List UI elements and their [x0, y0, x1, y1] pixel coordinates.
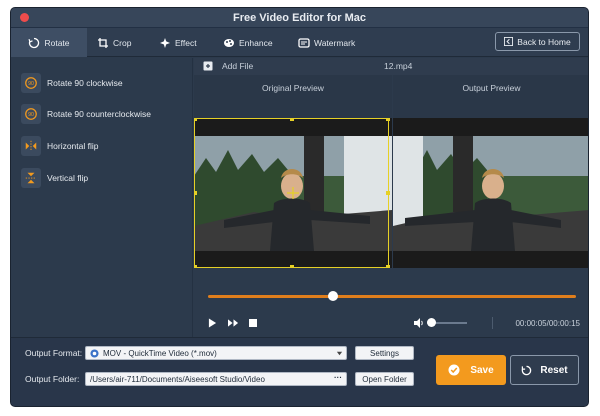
vertical-flip-button[interactable]: Vertical flip: [21, 167, 88, 189]
tab-enhance[interactable]: Enhance: [223, 28, 273, 57]
reset-button[interactable]: Reset: [510, 355, 579, 385]
play-icon[interactable]: [208, 318, 217, 328]
output-preview-label: Output Preview: [462, 83, 521, 93]
sidebar-item-label: Rotate 90 counterclockwise: [47, 109, 151, 119]
crop-handle[interactable]: [194, 118, 197, 121]
player-controls: 00:00:05/00:00:15: [194, 268, 588, 337]
crop-handle[interactable]: [290, 118, 294, 121]
rotate-cw-icon: 90: [21, 73, 41, 93]
original-preview-header: Original Preview: [194, 75, 392, 118]
tab-label: Crop: [113, 37, 132, 48]
tab-crop[interactable]: Crop: [97, 28, 131, 57]
app-window: Free Video Editor for Mac Rotate Crop Ef…: [10, 7, 589, 407]
svg-text:90: 90: [28, 81, 34, 87]
quicktime-icon: [90, 348, 99, 358]
back-arrow-icon: [504, 37, 514, 46]
tab-effect[interactable]: Effect: [159, 28, 197, 57]
open-folder-button[interactable]: Open Folder: [355, 372, 414, 386]
settings-button[interactable]: Settings: [355, 346, 414, 360]
output-video-frame: [393, 118, 588, 268]
sidebar-item-label: Vertical flip: [47, 173, 89, 183]
reset-icon: [522, 365, 532, 375]
enhance-icon: [224, 38, 234, 47]
crop-handle[interactable]: [386, 118, 390, 121]
reset-label: Reset: [540, 364, 568, 376]
toolbar: Rotate Crop Effect Enhance Watermark Bac…: [11, 28, 588, 57]
divider: [492, 317, 493, 329]
volume-icon[interactable]: [414, 318, 424, 328]
fast-forward-icon[interactable]: [228, 318, 239, 328]
original-preview-label: Original Preview: [262, 83, 324, 93]
browse-folder-icon[interactable]: ···: [334, 373, 342, 382]
title-bar: Free Video Editor for Mac: [11, 8, 588, 28]
file-bar: Add File 12.mp4: [194, 58, 588, 75]
tab-label: Effect: [175, 37, 197, 48]
chevron-down-icon: [336, 351, 343, 356]
tab-label: Watermark: [314, 37, 356, 48]
sidebar-item-label: Rotate 90 clockwise: [47, 78, 123, 88]
crop-selection[interactable]: [194, 118, 390, 268]
rotate-icon: [28, 37, 40, 48]
crop-icon: [98, 37, 108, 48]
horizontal-flip-icon: [21, 136, 41, 156]
output-format-select[interactable]: MOV - QuickTime Video (*.mov): [85, 346, 347, 360]
open-folder-label: Open Folder: [362, 374, 407, 384]
time-readout: 00:00:05/00:00:15: [515, 319, 580, 328]
rotate-90-clockwise-button[interactable]: 90 Rotate 90 clockwise: [21, 72, 123, 94]
output-video-image: [393, 118, 588, 268]
output-preview-header: Output Preview: [393, 75, 588, 118]
volume-knob[interactable]: [427, 318, 436, 327]
add-file-label: Add File: [222, 61, 254, 71]
tab-label: Rotate: [44, 37, 70, 48]
crop-handle[interactable]: [386, 191, 390, 195]
output-format-label: Output Format:: [25, 348, 83, 358]
vertical-flip-icon: [21, 168, 41, 188]
original-video-frame: [194, 118, 392, 268]
output-folder-value: /Users/air-711/Documents/Aiseesoft Studi…: [90, 374, 265, 384]
watermark-icon: [298, 37, 310, 48]
output-folder-label: Output Folder:: [25, 374, 80, 384]
tab-rotate[interactable]: Rotate: [11, 28, 87, 57]
sidebar-item-label: Horizontal flip: [47, 141, 99, 151]
timeline-slider[interactable]: [208, 295, 576, 298]
save-label: Save: [470, 364, 494, 376]
stop-icon[interactable]: [249, 319, 257, 327]
svg-text:90: 90: [28, 112, 34, 118]
back-to-home-label: Back to Home: [517, 36, 571, 47]
settings-label: Settings: [370, 348, 399, 358]
output-format-value: MOV - QuickTime Video (*.mov): [103, 348, 217, 358]
back-to-home-button[interactable]: Back to Home: [495, 32, 580, 51]
rotate-90-counterclockwise-button[interactable]: 90 Rotate 90 counterclockwise: [21, 103, 151, 125]
sidebar: 90 Rotate 90 clockwise 90 Rotate 90 coun…: [11, 58, 193, 337]
output-folder-field[interactable]: /Users/air-711/Documents/Aiseesoft Studi…: [85, 372, 347, 386]
add-file-icon: [203, 61, 213, 71]
crop-handle[interactable]: [194, 191, 197, 195]
check-circle-icon: [448, 364, 460, 376]
save-button[interactable]: Save: [436, 355, 506, 385]
effect-icon: [160, 37, 170, 48]
window-title: Free Video Editor for Mac: [232, 12, 367, 24]
file-name: 12.mp4: [384, 61, 413, 71]
tab-watermark[interactable]: Watermark: [298, 28, 355, 57]
crop-center-icon: [287, 187, 299, 199]
horizontal-flip-button[interactable]: Horizontal flip: [21, 135, 99, 157]
add-file-button[interactable]: Add File: [203, 61, 253, 71]
timeline-knob[interactable]: [328, 291, 339, 301]
tab-label: Enhance: [239, 37, 273, 48]
rotate-ccw-icon: 90: [21, 104, 41, 124]
